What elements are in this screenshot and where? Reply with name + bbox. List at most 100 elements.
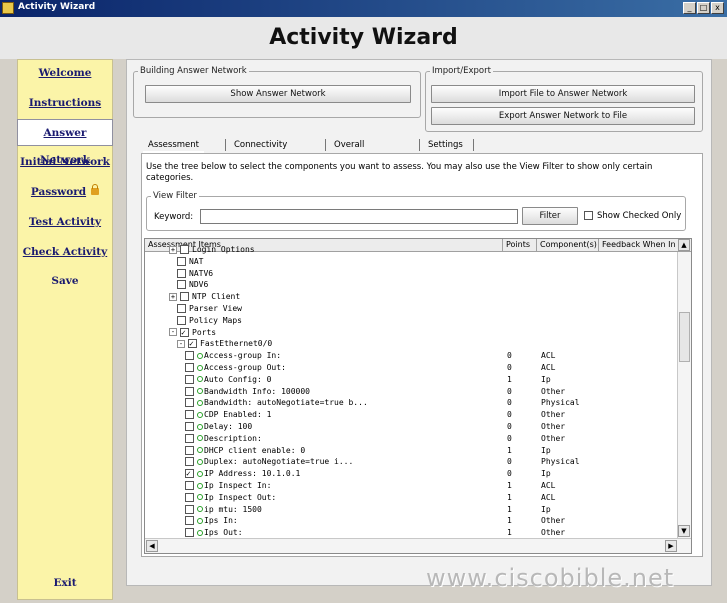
tree-row[interactable]: Ips In: 1 Other: [145, 515, 675, 527]
tree-item[interactable]: Policy Maps: [177, 315, 242, 327]
tree-row[interactable]: Policy Maps: [145, 315, 675, 327]
nav-exit[interactable]: Exit: [18, 570, 112, 597]
show-answer-network-button[interactable]: Show Answer Network: [145, 85, 411, 103]
tree-row[interactable]: Description: 0 Other: [145, 433, 675, 445]
expand-icon[interactable]: +: [169, 292, 177, 301]
item-checkbox[interactable]: [177, 304, 186, 313]
tree-row[interactable]: - Ports: [145, 327, 675, 339]
tree-item[interactable]: IP Address: 10.1.0.1: [185, 468, 300, 480]
tree-row[interactable]: + Login Options: [145, 244, 675, 256]
minimize-button[interactable]: _: [683, 2, 696, 14]
tree-item[interactable]: Auto Config: 0: [185, 374, 271, 386]
tree-row[interactable]: NATV6: [145, 268, 675, 280]
tree-row[interactable]: - FastEthernet0/0: [145, 338, 675, 350]
tree-item[interactable]: Bandwidth Info: 100000: [185, 386, 310, 398]
collapse-icon[interactable]: -: [169, 328, 177, 337]
item-checkbox[interactable]: [185, 386, 194, 396]
item-checkbox[interactable]: [185, 481, 194, 490]
scroll-left-icon[interactable]: ◀: [146, 540, 158, 552]
item-checkbox[interactable]: [185, 351, 194, 361]
vertical-scroll-thumb[interactable]: [679, 312, 690, 362]
tree-item[interactable]: Parser View: [177, 303, 242, 315]
scroll-right-icon[interactable]: ▶: [665, 540, 677, 552]
item-checkbox[interactable]: [185, 433, 194, 443]
nav-welcome[interactable]: Welcome: [18, 60, 112, 87]
tab-settings[interactable]: Settings: [423, 137, 468, 153]
item-checkbox[interactable]: [177, 280, 186, 290]
tree-row[interactable]: ip mtu: 1500 1 Ip: [145, 504, 675, 516]
tree-row[interactable]: Delay: 100 0 Other: [145, 421, 675, 433]
tree-row[interactable]: Parser View: [145, 303, 675, 315]
filter-button[interactable]: Filter: [522, 207, 578, 225]
item-checkbox[interactable]: [177, 315, 186, 325]
tree-item[interactable]: Ip Inspect In:: [185, 480, 271, 492]
tree-row[interactable]: + NTP Client: [145, 291, 675, 303]
tree-item[interactable]: Duplex: autoNegotiate=true i...: [185, 456, 353, 468]
item-checkbox[interactable]: [185, 374, 194, 384]
item-checkbox[interactable]: [185, 492, 194, 502]
tree-row[interactable]: Auto Config: 0 1 Ip: [145, 374, 675, 386]
tree-row[interactable]: DHCP client enable: 0 1 Ip: [145, 445, 675, 457]
keyword-input[interactable]: [200, 209, 518, 224]
nav-instructions[interactable]: Instructions: [18, 90, 112, 117]
item-checkbox[interactable]: [185, 504, 194, 514]
nav-answer-network[interactable]: Answer Network: [17, 119, 113, 166]
tree-item[interactable]: Access-group In:: [185, 350, 281, 362]
item-checkbox[interactable]: [180, 292, 189, 302]
tree-row[interactable]: NAT: [145, 256, 675, 268]
tree-item[interactable]: CDP Enabled: 1: [185, 409, 271, 421]
item-checkbox[interactable]: [185, 516, 194, 526]
item-checkbox[interactable]: [185, 445, 194, 455]
tab-connectivity-test[interactable]: Connectivity Test: [229, 137, 292, 166]
tree-item[interactable]: Ips In:: [185, 515, 238, 527]
maximize-button[interactable]: □: [697, 2, 710, 14]
scroll-down-icon[interactable]: ▼: [678, 525, 690, 537]
item-checkbox[interactable]: [188, 338, 197, 350]
tree-item[interactable]: - Ports: [169, 327, 216, 339]
tree-row[interactable]: Ip Inspect In: 1 ACL: [145, 480, 675, 492]
horizontal-scrollbar[interactable]: ◀ ▶: [145, 538, 691, 553]
tree-item[interactable]: Bandwidth: autoNegotiate=true b...: [185, 397, 368, 409]
tree-row[interactable]: CDP Enabled: 1 0 Other: [145, 409, 675, 421]
tree-item[interactable]: Description:: [185, 433, 262, 445]
item-checkbox[interactable]: [180, 327, 189, 339]
tree-item[interactable]: NDV6: [177, 279, 208, 291]
tree-item[interactable]: NAT: [177, 256, 203, 268]
scroll-up-icon[interactable]: ▲: [678, 239, 690, 251]
tab-assessment-tree[interactable]: Assessment Tree: [143, 137, 204, 166]
expand-icon[interactable]: +: [169, 245, 177, 254]
tree-row[interactable]: NDV6: [145, 279, 675, 291]
tree-item[interactable]: + NTP Client: [169, 291, 240, 303]
item-checkbox[interactable]: [180, 245, 189, 254]
item-checkbox[interactable]: [185, 528, 194, 538]
nav-initial-network[interactable]: Initial Network: [18, 149, 112, 176]
tree-item[interactable]: NATV6: [177, 268, 213, 280]
tree-item[interactable]: + Login Options: [169, 244, 255, 256]
tree-row[interactable]: IP Address: 10.1.0.1 0 Ip: [145, 468, 675, 480]
tree-row[interactable]: Bandwidth Info: 100000 0 Other: [145, 386, 675, 398]
tree-row[interactable]: Duplex: autoNegotiate=true i... 0 Physical: [145, 456, 675, 468]
tree-row[interactable]: Ip Inspect Out: 1 ACL: [145, 492, 675, 504]
tree-row[interactable]: Bandwidth: autoNegotiate=true b... 0 Physi…: [145, 397, 675, 409]
nav-password[interactable]: Password: [18, 179, 112, 206]
tree-item[interactable]: ip mtu: 1500: [185, 504, 262, 516]
tree-row[interactable]: Access-group Out: 0 ACL: [145, 362, 675, 374]
item-checkbox[interactable]: [185, 422, 194, 431]
vertical-scrollbar[interactable]: ▼: [677, 252, 691, 538]
tree-item[interactable]: Ip Inspect Out:: [185, 492, 276, 504]
tree-item[interactable]: Access-group Out:: [185, 362, 286, 374]
item-checkbox[interactable]: [185, 398, 194, 408]
item-checkbox[interactable]: [185, 410, 194, 420]
show-checked-only-checkbox[interactable]: [584, 211, 593, 220]
nav-check-activity[interactable]: Check Activity: [18, 239, 112, 266]
tree-item[interactable]: Delay: 100: [185, 421, 252, 433]
import-file-button[interactable]: Import File to Answer Network: [431, 85, 695, 103]
close-button[interactable]: x: [711, 2, 724, 14]
tab-overall-feedback[interactable]: Overall Feedback: [329, 137, 379, 166]
tree-row[interactable]: Access-group In: 0 ACL: [145, 350, 675, 362]
nav-test-activity[interactable]: Test Activity: [18, 209, 112, 236]
item-checkbox[interactable]: [185, 468, 194, 480]
item-checkbox[interactable]: [177, 256, 186, 266]
tree-item[interactable]: DHCP client enable: 0: [185, 445, 305, 457]
item-checkbox[interactable]: [185, 363, 194, 372]
